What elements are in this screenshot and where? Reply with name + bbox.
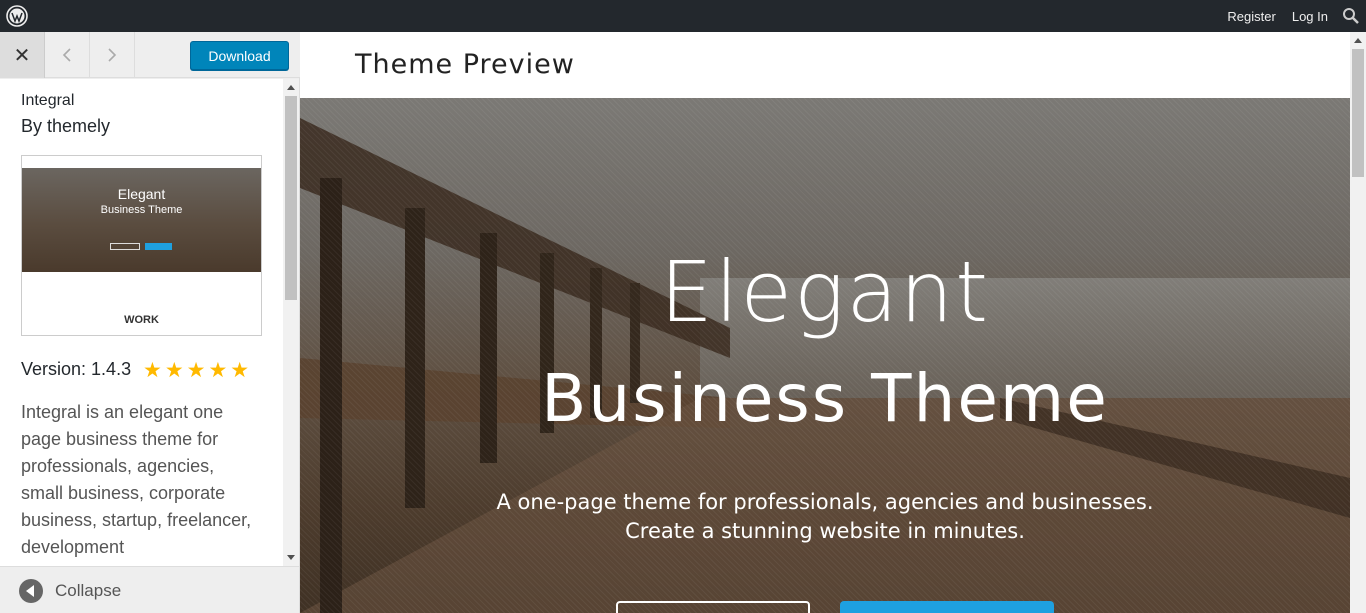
scroll-down-arrow-icon[interactable]: [287, 555, 295, 560]
hero-subtitle-line2: Create a stunning website in minutes.: [625, 519, 1025, 543]
chevron-left-icon: [62, 48, 71, 62]
screenshot-button-filled: [145, 243, 172, 250]
hero-primary-button[interactable]: [840, 601, 1054, 613]
chevron-right-icon: [108, 48, 117, 62]
close-button[interactable]: ✕: [0, 32, 45, 78]
theme-screenshot: Elegant Business Theme WORK: [21, 155, 262, 336]
collapse-button[interactable]: Collapse: [0, 566, 299, 613]
sidebar-header: ✕ Download: [0, 32, 300, 78]
theme-name: Integral: [21, 92, 75, 109]
hero-title-line1: Elegant: [659, 243, 991, 341]
wordpress-logo-icon[interactable]: [6, 5, 28, 27]
screenshot-hero-line1: Elegant: [117, 186, 166, 202]
hero-subtitle-line1: A one-page theme for professionals, agen…: [496, 490, 1154, 514]
theme-preview-frame: Theme Preview Elegant Business Theme A o…: [300, 32, 1366, 613]
download-button[interactable]: Download: [190, 41, 289, 70]
preview-scroll-up-arrow-icon[interactable]: [1354, 38, 1362, 43]
scroll-up-arrow-icon[interactable]: [287, 85, 295, 90]
screenshot-nav: [22, 156, 261, 168]
screenshot-hero: Elegant Business Theme: [22, 168, 261, 272]
preview-hero: Elegant Business Theme A one-page theme …: [300, 98, 1350, 613]
preview-header: Theme Preview: [300, 32, 1350, 98]
preview-scrollbar[interactable]: [1350, 32, 1366, 613]
collapse-label: Collapse: [55, 581, 122, 600]
register-link[interactable]: Register: [1227, 9, 1275, 24]
close-icon: ✕: [13, 44, 31, 67]
hero-subtitle: A one-page theme for professionals, agen…: [425, 488, 1225, 546]
theme-details-sidebar: ✕ Download Integral By themely Elegant B…: [0, 32, 300, 613]
sidebar-content: Integral By themely Elegant Business The…: [0, 79, 284, 566]
previous-theme-button[interactable]: [45, 32, 90, 78]
hero-outline-button[interactable]: [616, 601, 810, 613]
theme-version: Version: 1.4.3: [21, 359, 132, 379]
screenshot-button-outline: [110, 243, 140, 250]
sidebar-scrollbar[interactable]: [283, 79, 299, 566]
next-theme-button[interactable]: [90, 32, 135, 78]
scrollbar-thumb[interactable]: [285, 96, 297, 300]
screenshot-hero-line2: Business Theme: [100, 204, 183, 216]
theme-author: By themely: [21, 116, 111, 136]
theme-description: Integral is an elegant one page business…: [21, 402, 252, 557]
preview-scrollbar-thumb[interactable]: [1352, 49, 1364, 177]
hero-title-line2: Business Theme: [541, 360, 1109, 437]
search-icon[interactable]: [1342, 7, 1360, 25]
rating-stars: ★★★★★: [143, 359, 253, 382]
login-link[interactable]: Log In: [1292, 9, 1328, 24]
collapse-icon: [19, 579, 43, 603]
preview-title: Theme Preview: [355, 49, 575, 80]
screenshot-section-label: WORK: [124, 314, 159, 326]
admin-bar: Register Log In: [0, 0, 1366, 32]
